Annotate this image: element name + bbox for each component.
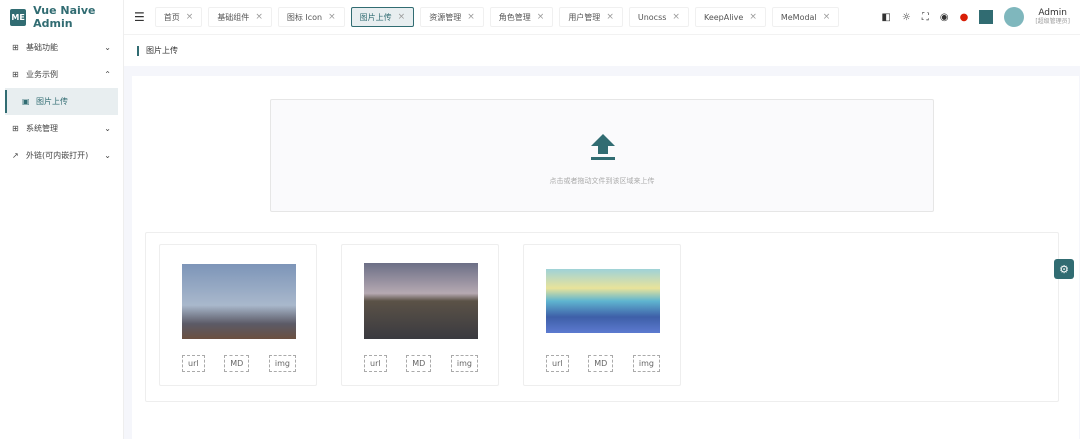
copy-md-button[interactable]: MD [406,355,432,372]
image-preview[interactable] [546,269,660,333]
tab-image-upload[interactable]: 图片上传 × [350,7,415,27]
close-icon[interactable]: × [255,12,263,22]
close-icon[interactable]: × [328,12,336,22]
sidebar: ME Vue Naive Admin ⊞ 基础功能 ⌄ ⊞ 业务示例 ⌃ ▣ 图片上传 ⊞… [0,0,124,439]
close-icon[interactable]: × [672,12,680,22]
external-link-icon: ↗ [12,151,19,160]
copy-img-button[interactable]: img [268,355,296,372]
close-icon[interactable]: × [186,12,194,22]
image-gallery: url MD img url MD img url MD img [145,232,1059,402]
close-icon[interactable]: × [606,12,614,22]
logo-icon: ME [10,8,27,26]
theme-color-picker[interactable] [979,10,994,24]
docs-icon[interactable]: ◧ [881,12,890,23]
chevron-down-icon: ⌄ [104,43,111,52]
settings-gear-button[interactable]: ⚙ [1054,259,1074,279]
user-role: [超级管理员] [1035,17,1070,25]
copy-url-button[interactable]: url [182,355,205,372]
fullscreen-icon[interactable]: ⛶ [922,12,929,23]
upload-icon [591,134,615,160]
grid-icon: ⊞ [12,43,19,52]
github-icon[interactable]: ◉ [940,12,949,23]
copy-md-button[interactable]: MD [588,355,614,372]
image-icon: ▣ [22,97,30,106]
close-icon[interactable]: × [537,12,545,22]
gear-icon: ⚙ [1059,262,1069,276]
header: ☰ 首页 × 基础组件 × 图标 Icon × 图片上传 × 资源管理 × 角色管理 × 用… [124,0,1080,34]
breadcrumb-item: 图片上传 [146,46,178,55]
tab-memodal[interactable]: MeModal × [771,7,840,27]
menu-collapse-icon[interactable]: ☰ [134,10,145,24]
grid-icon: ⊞ [12,124,19,133]
menu-label: 业务示例 [26,70,58,79]
sidebar-item-image-upload[interactable]: ▣ 图片上传 [5,88,118,115]
copy-img-button[interactable]: img [450,355,478,372]
tab-home[interactable]: 首页 × [154,7,203,27]
menu-label: 外链(可内嵌打开) [26,151,89,160]
tab-label: 图片上传 [359,12,392,22]
sidebar-item-external[interactable]: ↗ 外链(可内嵌打开) ⌄ [0,142,123,169]
sidebar-item-business[interactable]: ⊞ 业务示例 ⌃ [0,61,123,88]
close-icon[interactable]: × [749,12,757,22]
tab-label: 角色管理 [498,12,531,22]
close-icon[interactable]: × [823,12,831,22]
tab-label: MeModal [780,12,817,22]
upload-hint: 点击或者拖动文件到该区域来上传 [549,177,655,185]
tab-basic[interactable]: 基础组件 × [208,7,272,27]
image-card: url MD img [159,244,317,386]
chevron-down-icon: ⌄ [104,151,111,160]
tab-label: 用户管理 [568,12,601,22]
tab-bar: 首页 × 基础组件 × 图标 Icon × 图片上传 × 资源管理 × 角色管理 × 用户管… [154,7,840,27]
tab-label: 首页 [163,12,180,22]
tab-label: 基础组件 [217,12,250,22]
sidebar-item-system[interactable]: ⊞ 系统管理 ⌄ [0,115,123,142]
copy-md-button[interactable]: MD [224,355,250,372]
app-title: Vue Naive Admin [33,4,96,30]
menu-label: 系统管理 [26,124,58,133]
tab-label: 资源管理 [429,12,462,22]
image-preview[interactable] [364,263,478,339]
tab-label: 图标 Icon [286,12,323,22]
tab-icon[interactable]: 图标 Icon × [277,7,345,27]
main-content: 点击或者拖动文件到该区域来上传 url MD img url MD img url MD i… [132,76,1079,439]
tab-resources[interactable]: 资源管理 × [420,7,484,27]
chevron-down-icon: ⌄ [104,124,111,133]
close-icon[interactable]: × [467,12,475,22]
image-card: url MD img [341,244,499,386]
logo[interactable]: ME Vue Naive Admin [0,0,123,34]
tab-label: KeepAlive [703,12,744,22]
tab-label: Unocss [637,12,667,22]
grid-icon: ⊞ [12,70,19,79]
copy-url-button[interactable]: url [546,355,569,372]
avatar[interactable] [1004,7,1025,27]
chevron-up-icon: ⌃ [104,70,111,79]
close-icon[interactable]: × [398,12,406,22]
sidebar-item-basic[interactable]: ⊞ 基础功能 ⌄ [0,34,123,61]
tab-users[interactable]: 用户管理 × [559,7,623,27]
menu-label: 图片上传 [36,97,68,106]
breadcrumb: 图片上传 [124,34,1080,66]
upload-dropzone[interactable]: 点击或者拖动文件到该区域来上传 [270,99,934,212]
tab-roles[interactable]: 角色管理 × [489,7,554,27]
tab-unocss[interactable]: Unocss × [628,7,689,27]
menu-label: 基础功能 [26,43,58,52]
image-card: url MD img [523,244,681,386]
gitee-icon[interactable]: ● [960,12,969,23]
copy-url-button[interactable]: url [364,355,387,372]
image-preview[interactable] [182,264,296,339]
copy-img-button[interactable]: img [632,355,660,372]
tab-keepalive[interactable]: KeepAlive × [694,7,766,27]
theme-toggle-icon[interactable]: ☼ [902,12,911,23]
header-tools: ◧ ☼ ⛶ ◉ ● Admin [超级管理员] [881,0,1070,34]
